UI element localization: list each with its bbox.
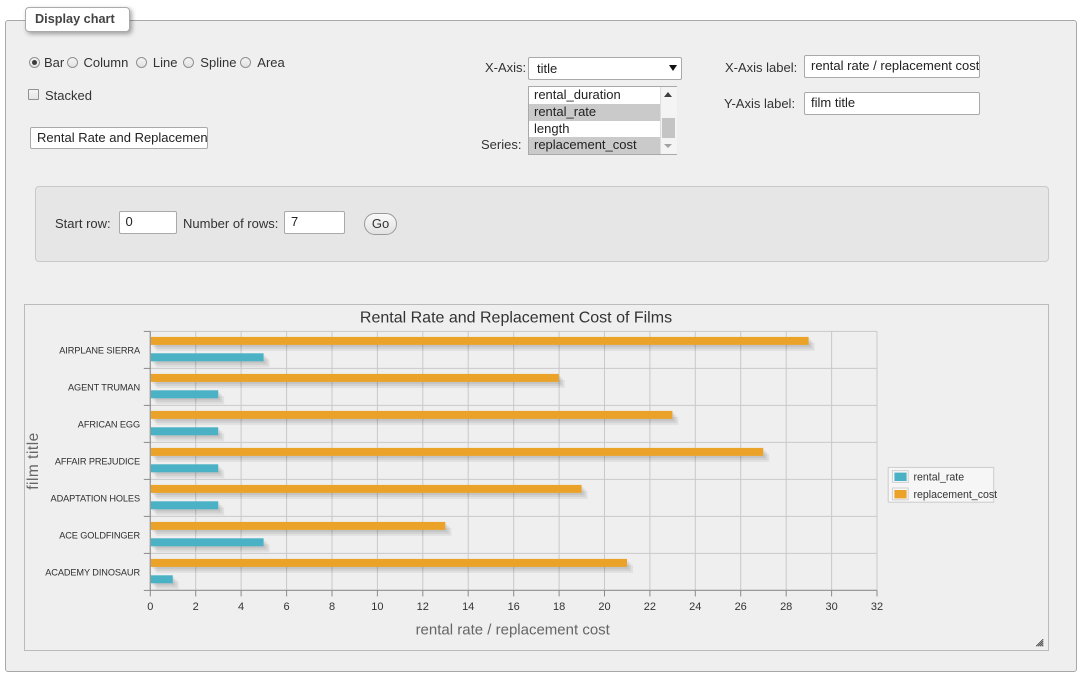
svg-text:0: 0: [147, 601, 153, 613]
svg-text:Rental Rate and Replacement Co: Rental Rate and Replacement Cost of Film…: [360, 310, 672, 327]
svg-text:4: 4: [238, 601, 244, 613]
svg-text:rental_rate: rental_rate: [914, 471, 965, 483]
svg-text:10: 10: [371, 601, 383, 613]
svg-text:film title: film title: [25, 432, 42, 490]
svg-text:2: 2: [193, 601, 199, 613]
svg-text:8: 8: [329, 601, 335, 613]
svg-text:14: 14: [462, 601, 474, 613]
svg-text:replacement_cost: replacement_cost: [914, 489, 998, 501]
svg-text:32: 32: [871, 601, 883, 613]
svg-text:16: 16: [508, 601, 520, 613]
svg-text:AFFAIR PREJUDICE: AFFAIR PREJUDICE: [55, 456, 140, 466]
svg-text:ACE GOLDFINGER: ACE GOLDFINGER: [59, 530, 140, 540]
svg-text:AFRICAN EGG: AFRICAN EGG: [78, 419, 140, 429]
svg-text:AGENT TRUMAN: AGENT TRUMAN: [68, 382, 140, 392]
svg-text:AIRPLANE SIERRA: AIRPLANE SIERRA: [59, 345, 141, 355]
svg-text:28: 28: [780, 601, 792, 613]
svg-text:24: 24: [689, 601, 701, 613]
svg-text:26: 26: [735, 601, 747, 613]
svg-text:18: 18: [553, 601, 565, 613]
svg-text:rental rate / replacement cost: rental rate / replacement cost: [416, 622, 611, 639]
svg-text:ADAPTATION HOLES: ADAPTATION HOLES: [51, 493, 140, 503]
svg-text:20: 20: [598, 601, 610, 613]
svg-text:6: 6: [284, 601, 290, 613]
svg-text:30: 30: [825, 601, 837, 613]
svg-text:ACADEMY DINOSAUR: ACADEMY DINOSAUR: [45, 567, 140, 577]
svg-text:22: 22: [644, 601, 656, 613]
svg-text:12: 12: [417, 601, 429, 613]
